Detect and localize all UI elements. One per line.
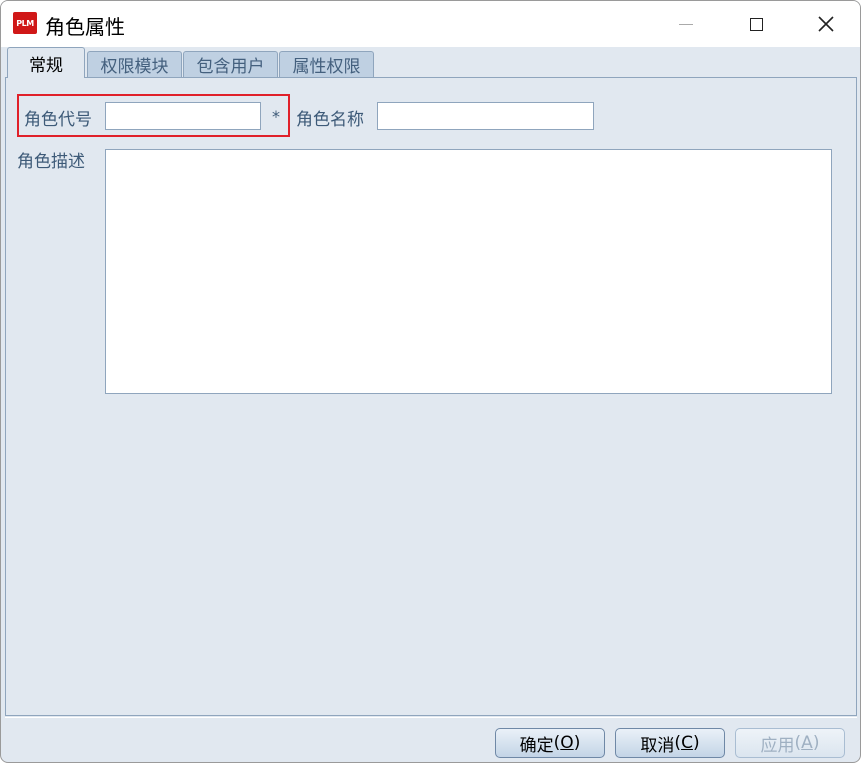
minimize-icon xyxy=(679,23,693,25)
apply-button-open-paren: ( xyxy=(794,733,802,753)
tab-attribute-permissions[interactable]: 属性权限 xyxy=(279,51,374,77)
app-icon-text: PLM xyxy=(16,18,34,28)
apply-button[interactable]: 应用(A) xyxy=(735,728,845,758)
maximize-icon xyxy=(749,17,763,31)
role-code-highlight xyxy=(17,94,290,137)
cancel-button[interactable]: 取消(C) xyxy=(615,728,725,758)
window-title: 角色属性 xyxy=(45,15,125,39)
minimize-button[interactable] xyxy=(663,1,709,47)
ok-button-mnemonic: O xyxy=(560,733,574,753)
ok-button[interactable]: 确定(O) xyxy=(495,728,605,758)
maximize-button[interactable] xyxy=(733,1,779,47)
tab-general[interactable]: 常规 xyxy=(7,47,85,78)
title-bar[interactable]: PLM 角色属性 xyxy=(1,1,860,47)
tab-strip: 常规 权限模块 包含用户 属性权限 xyxy=(5,47,857,78)
cancel-button-text: 取消 xyxy=(640,735,675,756)
tab-permission-modules[interactable]: 权限模块 xyxy=(87,51,182,77)
ok-button-close-paren: ) xyxy=(573,733,581,753)
close-button[interactable] xyxy=(803,1,849,47)
cancel-button-close-paren: ) xyxy=(692,733,700,753)
dialog-window: PLM 角色属性 常规 权限模块 包含用户 属性权限 角色代号 * 角色名称 角… xyxy=(0,0,861,763)
tab-included-users[interactable]: 包含用户 xyxy=(183,51,278,77)
role-name-input[interactable] xyxy=(377,102,594,130)
plm-app-icon: PLM xyxy=(13,12,37,34)
ok-button-text: 确定 xyxy=(519,735,554,756)
cancel-button-mnemonic: C xyxy=(681,733,693,753)
apply-button-mnemonic: A xyxy=(801,733,813,753)
apply-button-text: 应用 xyxy=(760,735,795,756)
role-name-label: 角色名称 xyxy=(296,110,364,130)
footer-divider xyxy=(5,717,857,718)
role-desc-label: 角色描述 xyxy=(17,152,85,172)
apply-button-close-paren: ) xyxy=(812,733,820,753)
close-icon xyxy=(818,16,834,32)
ok-button-open-paren: ( xyxy=(553,733,561,753)
cancel-button-open-paren: ( xyxy=(674,733,682,753)
role-desc-textarea[interactable] xyxy=(105,149,832,394)
